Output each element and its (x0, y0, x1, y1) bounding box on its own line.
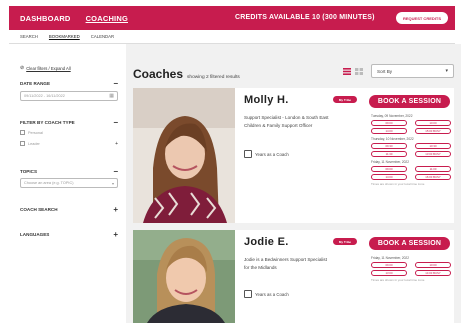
coach-name[interactable]: Molly H. (244, 94, 289, 106)
calendar-icon (244, 150, 252, 158)
calendar-icon[interactable]: ▦ (109, 93, 114, 99)
expand-icon[interactable]: + (113, 230, 118, 238)
expand-icon[interactable]: + (113, 205, 118, 213)
calendar-icon (244, 290, 252, 298)
coach-type-option[interactable]: Leader + (20, 141, 118, 147)
coaches-panel: Coaches showing 2 filtered results Sort B… (126, 44, 461, 323)
time-slot[interactable]: 10:00 (415, 120, 451, 126)
availability-slots: Tuesday, 09 November, 2022 09:00 10:00 14… (371, 113, 451, 187)
page-title: Coaches showing 2 filtered results (133, 67, 240, 81)
coach-photo (133, 88, 235, 223)
clear-filters-link[interactable]: Clear filters / Expand All (26, 66, 70, 71)
date-range-title: DATE RANGE (20, 81, 51, 86)
time-slot[interactable]: 14:00 (371, 128, 407, 134)
coach-type-label: Personal (28, 130, 43, 135)
results-count: showing 2 filtered results (187, 75, 240, 80)
book-session-button[interactable]: BOOK A SESSION (369, 95, 450, 108)
nav-coaching[interactable]: COACHING (86, 14, 128, 23)
time-slot[interactable]: 13:00 BUSY (415, 151, 451, 157)
coach-type-title: FILTER BY COACH TYPE (20, 120, 75, 125)
time-slot[interactable]: 14:00 (371, 174, 407, 180)
slot-date: Friday, 11 November, 2022 (371, 256, 409, 260)
languages-header[interactable]: LANGUAGES + (20, 230, 118, 238)
timezone-note: Times are shown in your local time zone (371, 278, 425, 282)
years-label: Years as a Coach (255, 291, 289, 297)
date-range-input[interactable]: 09/11/2022 - 16/11/2022 ▦ (20, 91, 118, 101)
slot-date: Tuesday, 09 November, 2022 (371, 114, 413, 118)
years-label: Years as a Coach (255, 151, 289, 157)
years-coaching: Years as a Coach (244, 150, 289, 158)
checkbox-icon[interactable] (20, 130, 25, 135)
request-credits-button[interactable]: REQUEST CREDITS (396, 12, 448, 24)
time-slot[interactable]: 15:00 BUSY (415, 128, 451, 134)
coach-name[interactable]: Jodie E. (244, 236, 289, 248)
coach-type-header[interactable]: FILTER BY COACH TYPE − (20, 118, 118, 126)
clear-icon: ⊘ (20, 65, 25, 71)
time-slot[interactable]: 09:00 (371, 120, 407, 126)
time-slot[interactable]: 09:00 (371, 262, 407, 268)
my-tribe-badge: My Tribe (333, 96, 357, 103)
time-slot[interactable]: 09:30 (371, 143, 407, 149)
time-slot[interactable]: 13:00 (371, 270, 407, 276)
topics-header[interactable]: TOPICS − (20, 167, 118, 175)
coaches-heading: Coaches (133, 67, 184, 81)
topics-select[interactable]: Choose an area (e.g. TOPIC) ▾ (20, 178, 118, 188)
coach-description: Jodie is a Bedwinners Support Specialist… (244, 257, 327, 270)
time-slot[interactable]: 10:30 (415, 143, 451, 149)
plus-icon[interactable]: + (115, 141, 118, 147)
time-slot[interactable]: 11:30 (371, 151, 407, 157)
years-coaching: Years as a Coach (244, 290, 289, 298)
book-session-button[interactable]: BOOK A SESSION (369, 237, 450, 250)
chevron-down-icon: ▾ (111, 180, 114, 186)
languages-title: LANGUAGES (20, 232, 50, 237)
slot-date: Friday, 11 November, 2022 (371, 160, 409, 164)
time-slot[interactable]: 16:00 BUSY (415, 174, 451, 180)
slot-date: Thursday, 10 November, 2022 (371, 137, 414, 141)
availability-slots: Friday, 11 November, 2022 09:00 10:00 13:… (371, 255, 451, 283)
my-tribe-badge: My Tribe (333, 238, 357, 245)
sub-nav: SEARCH BOOKMARKED CALENDAR (9, 30, 455, 44)
list-view-icon[interactable] (343, 68, 351, 75)
tab-bookmarked[interactable]: BOOKMARKED (49, 34, 80, 39)
collapse-icon[interactable]: − (113, 167, 118, 175)
topics-placeholder: Choose an area (e.g. TOPIC) (24, 181, 74, 185)
tab-search[interactable]: SEARCH (20, 34, 38, 39)
grid-view-icon[interactable] (355, 68, 363, 75)
time-slot[interactable]: 09:00 (371, 166, 407, 172)
credits-available: CREDITS AVAILABLE 10 (300 MINUTES) (235, 14, 375, 21)
checkbox-icon[interactable] (20, 141, 25, 146)
sort-select[interactable]: Sort By ▾ (371, 64, 454, 78)
date-range-value: 09/11/2022 - 16/11/2022 (24, 94, 65, 98)
tab-calendar[interactable]: CALENDAR (91, 34, 114, 39)
filter-sidebar: ⊘ Clear filters / Expand All DATE RANGE … (9, 44, 126, 323)
collapse-icon[interactable]: − (113, 79, 118, 87)
time-slot[interactable]: 10:00 (415, 262, 451, 268)
sort-label: Sort By (377, 68, 393, 74)
chevron-down-icon: ▾ (445, 68, 448, 74)
time-slot[interactable]: 14:00 BUSY (415, 270, 451, 276)
coach-type-label: Leader (28, 141, 40, 146)
coach-search-title: COACH SEARCH (20, 207, 58, 212)
date-range-header[interactable]: DATE RANGE − (20, 79, 118, 87)
coach-photo (133, 230, 235, 323)
clear-filters-row[interactable]: ⊘ Clear filters / Expand All (20, 65, 118, 71)
top-nav-bar: DASHBOARD COACHING CREDITS AVAILABLE 10 … (9, 6, 455, 30)
topics-title: TOPICS (20, 169, 38, 174)
time-slot[interactable]: 11:00 (415, 166, 451, 172)
collapse-icon[interactable]: − (113, 118, 118, 126)
coach-type-option[interactable]: Personal (20, 130, 118, 135)
timezone-note: Times are shown in your local time zone (371, 182, 425, 186)
coach-card: Jodie E. My Tribe Jodie is a Bedwinners … (133, 230, 454, 323)
coach-description: Support Specialist - London & South East… (244, 115, 329, 128)
nav-dashboard[interactable]: DASHBOARD (20, 14, 71, 23)
coach-search-header[interactable]: COACH SEARCH + (20, 205, 118, 213)
coach-card: Molly H. My Tribe Support Specialist - L… (133, 88, 454, 223)
